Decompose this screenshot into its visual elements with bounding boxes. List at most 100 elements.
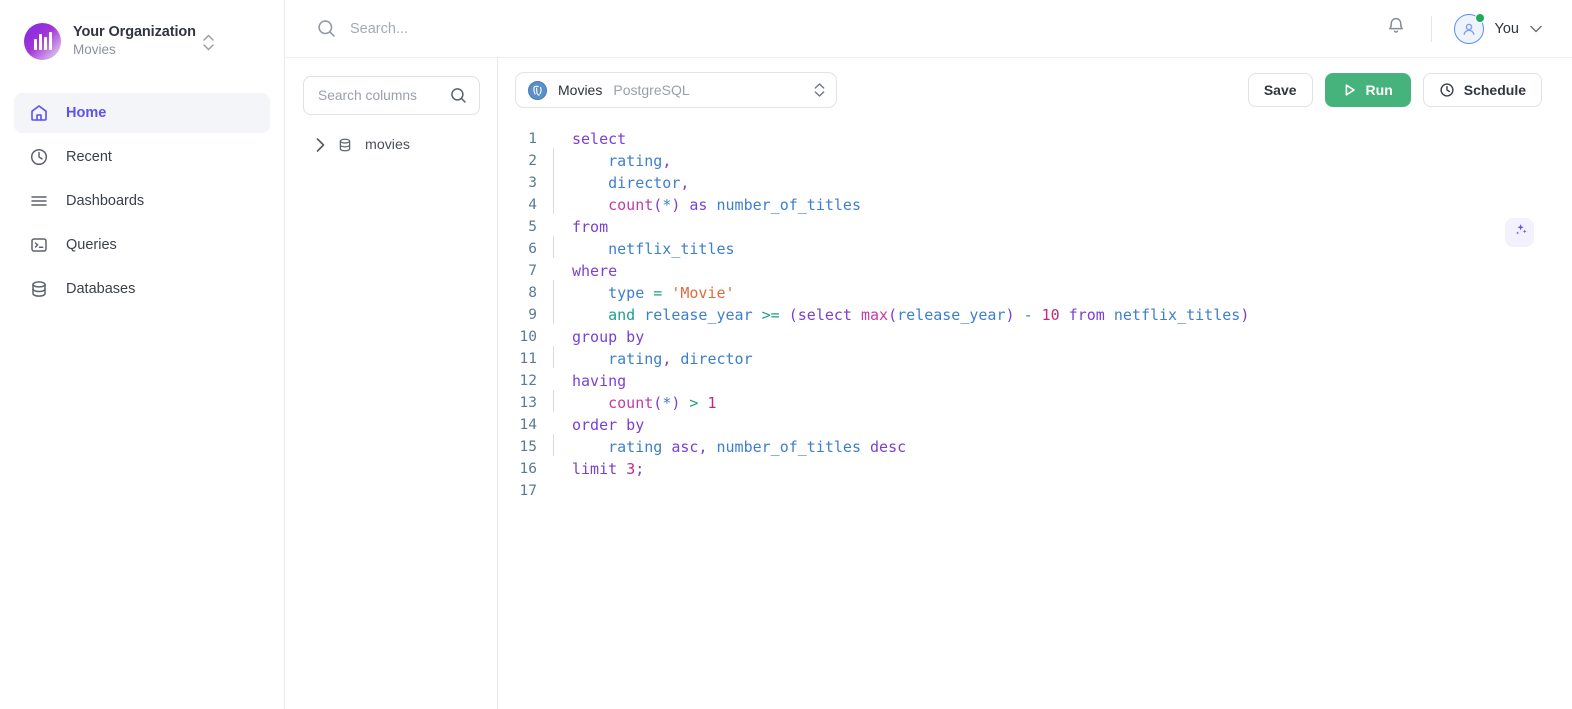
search-icon xyxy=(450,87,467,104)
code-token: ( xyxy=(653,394,663,412)
save-button[interactable]: Save xyxy=(1247,73,1313,107)
line-number: 13 xyxy=(519,395,537,411)
code-token: 3 xyxy=(626,460,636,478)
sidebar-item-label: Dashboards xyxy=(66,193,145,209)
code-token: , xyxy=(662,152,672,170)
main-area: You xyxy=(285,0,1572,709)
code-line-text: select xyxy=(545,128,626,150)
database-icon xyxy=(337,137,353,153)
code-line-text: from xyxy=(545,216,608,238)
sidebar-item-home[interactable]: Home xyxy=(14,93,270,133)
code-line-text: rating, xyxy=(545,148,672,172)
code-line-text: group by xyxy=(545,326,644,348)
sidebar-item-label: Home xyxy=(66,105,107,121)
code-line: 10 group by xyxy=(498,326,1572,348)
code-token: having xyxy=(572,372,627,390)
sidebar-item-dashboards[interactable]: Dashboards xyxy=(14,181,270,221)
code-token: * xyxy=(662,394,672,412)
connection-selector[interactable]: Movies PostgreSQL xyxy=(515,72,837,108)
code-token: asc xyxy=(671,438,699,456)
schedule-button[interactable]: Schedule xyxy=(1422,73,1542,107)
chevron-right-icon[interactable] xyxy=(316,138,325,152)
code-token: ) xyxy=(1005,306,1015,324)
user-menu[interactable]: You xyxy=(1453,12,1546,44)
chevron-up-down-icon[interactable] xyxy=(203,32,214,51)
code-line-text: type = 'Movie' xyxy=(545,280,735,304)
code-line-text: order by xyxy=(545,414,644,436)
search-columns-input[interactable] xyxy=(318,88,442,103)
line-number: 12 xyxy=(519,373,537,389)
code-line: 7 where xyxy=(498,260,1572,282)
status-badge xyxy=(1474,12,1485,23)
code-token: 1 xyxy=(707,394,717,412)
sidebar-item-databases[interactable]: Databases xyxy=(14,269,270,309)
code-line: 1 select xyxy=(498,128,1572,150)
code-line-text: where xyxy=(545,260,617,282)
code-line: 9 and release_year >= (select max(releas… xyxy=(498,302,1572,326)
org-name: Your Organization xyxy=(73,24,196,40)
code-line-text: rating, director xyxy=(545,346,753,370)
line-number: 3 xyxy=(528,175,537,191)
code-line-text: rating asc, number_of_titles desc xyxy=(545,434,907,458)
notifications-button[interactable] xyxy=(1377,10,1415,48)
sql-code[interactable]: 1 select 2 rating, 3 director, 4 count(*) as… xyxy=(498,128,1572,502)
code-line-text: and release_year >= (select max(release_… xyxy=(545,302,1249,326)
code-token: select xyxy=(797,306,852,324)
chevron-down-icon xyxy=(1530,25,1542,33)
topbar-divider xyxy=(1430,15,1432,42)
indent-guide xyxy=(553,192,554,214)
connection-engine: PostgreSQL xyxy=(613,82,690,98)
code-token: count xyxy=(608,394,654,412)
code-line: 15 rating asc, number_of_titles desc xyxy=(498,434,1572,458)
sql-code-area[interactable]: 1 select 2 rating, 3 director, 4 count(*) as… xyxy=(498,122,1572,709)
tree-item-movies[interactable]: movies xyxy=(303,130,480,160)
org-switcher[interactable]: Your Organization Movies xyxy=(0,0,284,66)
code-token: from xyxy=(1068,306,1105,324)
line-number: 14 xyxy=(519,417,537,433)
code-line-text: count(*) > 1 xyxy=(545,390,717,414)
postgresql-icon xyxy=(528,80,547,100)
line-number: 9 xyxy=(528,307,537,323)
code-line: 11 rating, director xyxy=(498,346,1572,370)
search-columns-field[interactable] xyxy=(303,76,480,115)
code-line: 14 order by xyxy=(498,414,1572,436)
indent-guide xyxy=(553,148,554,170)
indent-guide xyxy=(553,346,554,368)
code-token: , xyxy=(680,174,690,192)
line-number: 8 xyxy=(528,285,537,301)
code-token: group by xyxy=(572,328,645,346)
search-input[interactable] xyxy=(350,20,770,37)
indent-guide xyxy=(553,236,554,258)
code-token: select xyxy=(572,130,627,148)
database-icon xyxy=(28,278,50,300)
code-line-text: count(*) as number_of_titles xyxy=(545,192,862,216)
code-line: 5 from xyxy=(498,216,1572,238)
org-project: Movies xyxy=(73,42,116,58)
editor-toolbar: Movies PostgreSQL Save Run Schedule xyxy=(498,58,1572,122)
run-button[interactable]: Run xyxy=(1324,73,1411,107)
code-line: 6 netflix_titles xyxy=(498,236,1572,260)
code-token: desc xyxy=(870,438,907,456)
line-number: 17 xyxy=(519,483,537,499)
line-number: 6 xyxy=(528,241,537,257)
code-token: netflix_titles xyxy=(1113,306,1241,324)
user-name: You xyxy=(1494,20,1519,37)
global-search[interactable] xyxy=(317,19,1377,38)
code-token: number_of_titles xyxy=(716,196,862,214)
code-token: ( xyxy=(653,196,663,214)
tree-item-label: movies xyxy=(365,137,410,153)
ai-assist-button[interactable] xyxy=(1505,218,1534,247)
sidebar-item-label: Recent xyxy=(66,149,112,165)
sidebar-item-recent[interactable]: Recent xyxy=(14,137,270,177)
bell-icon xyxy=(1386,16,1406,41)
code-line: 4 count(*) as number_of_titles xyxy=(498,192,1572,216)
indent-guide xyxy=(553,170,554,192)
indent-guide xyxy=(553,434,554,456)
topbar: You xyxy=(285,0,1572,58)
sidebar-item-queries[interactable]: Queries xyxy=(14,225,270,265)
